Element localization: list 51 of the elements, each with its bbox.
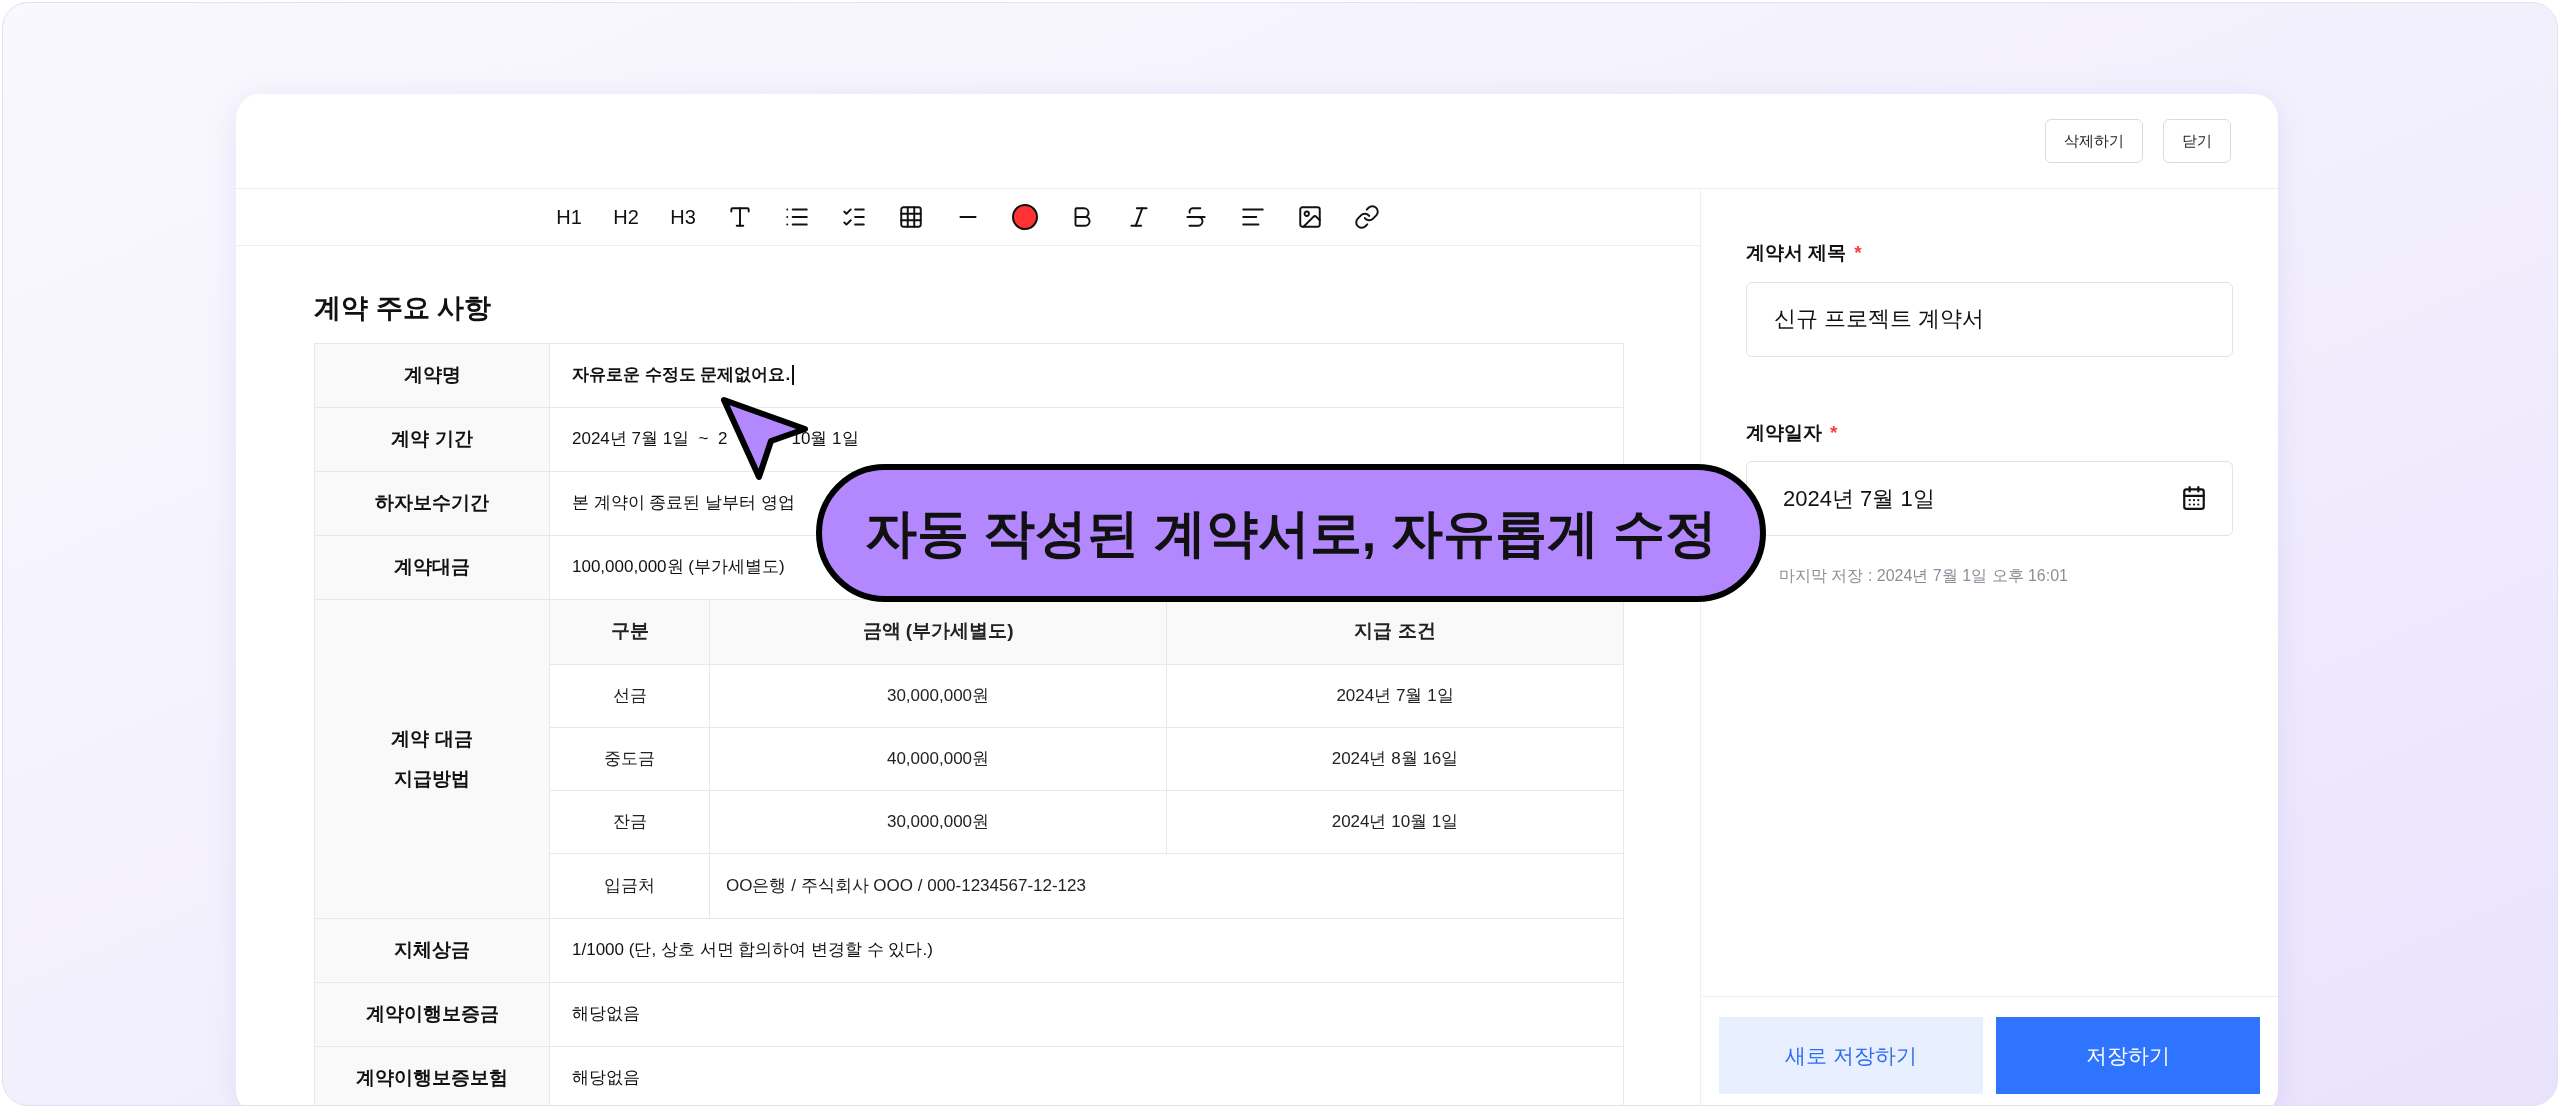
table-cell-text: 해당없음	[572, 1003, 640, 1026]
table-cell: 잔금	[550, 790, 710, 853]
table-cell-text: 100,000,000원 (부가세별도)	[572, 556, 785, 579]
table-cell-text: 해당없음	[572, 1067, 640, 1090]
text-icon[interactable]	[727, 204, 753, 230]
table-cell: 40,000,000원	[710, 727, 1167, 790]
table-cell: 30,000,000원	[710, 664, 1167, 727]
table-cell-text: 2024년 7월 1일 ~ 2	[572, 428, 728, 451]
table-cell-text: 10월 1일	[791, 428, 859, 451]
save-button[interactable]: 저장하기	[1996, 1017, 2260, 1094]
required-mark: *	[1830, 420, 1838, 445]
table-cell-text: 본 계약이 종료된 날부터 영업	[572, 492, 795, 515]
row-label: 계약이행보증보험	[315, 1046, 550, 1105]
table-cell-text: 2024년 10월 1일	[1330, 810, 1460, 833]
required-mark: *	[1854, 241, 1862, 265]
heading-button[interactable]: H3	[670, 202, 696, 232]
table-cell: 선금	[550, 664, 710, 727]
row-label: 지체상금	[315, 918, 550, 982]
callout-tooltip: 자동 작성된 계약서로, 자유롭게 수정	[816, 464, 1766, 602]
table-cell: 중도금	[550, 727, 710, 790]
input-field[interactable]: 신규 프로젝트 계약서	[1746, 281, 2233, 357]
column-header: 구분	[550, 599, 710, 664]
table-cell-text: 자유로운 수정도 문제없어요.	[572, 364, 791, 387]
heading-button[interactable]: H2	[613, 202, 639, 232]
table-cell-text: 1/1000 (단, 상호 서면 합의하여 변경할 수 있다.)	[572, 939, 933, 962]
date-field[interactable]: 2024년 7월 1일	[1746, 461, 2233, 536]
table-cell-text: 2024년 8월 16일	[1330, 747, 1460, 770]
heading-button[interactable]: H1	[556, 202, 582, 232]
field-label: 계약서 제목	[1746, 241, 1847, 265]
calendar-icon[interactable]	[2181, 485, 2207, 511]
table-icon[interactable]	[898, 204, 924, 230]
row-label: 계약 기간	[315, 407, 550, 471]
header-button[interactable]: 닫기	[2163, 119, 2231, 163]
header-button[interactable]: 삭제하기	[2045, 119, 2143, 163]
row-label: 계약이행보증금	[315, 982, 550, 1046]
row-label: 계약명	[315, 343, 550, 407]
last-saved-text: 마지막 저장 : 2024년 7월 1일 오후 16:01	[1778, 566, 2069, 586]
link-icon[interactable]	[1354, 204, 1380, 230]
save-button[interactable]: 새로 저장하기	[1719, 1017, 1983, 1094]
color-swatch[interactable]	[1012, 204, 1038, 230]
table-cell: 30,000,000원	[710, 790, 1167, 853]
table-cell: 입금처	[550, 853, 710, 918]
row-label: 하자보수기간	[315, 471, 550, 535]
table-cell-text: OO은행 / 주식회사 OOO / 000-1234567-12-123	[725, 874, 1087, 897]
image-icon[interactable]	[1297, 204, 1323, 230]
row-label: 계약 대금 지급방법	[315, 599, 550, 918]
row-label: 계약대금	[315, 535, 550, 599]
section-heading: 계약 주요 사항	[314, 292, 492, 325]
column-header: 지급 조건	[1353, 619, 1437, 644]
field-label: 계약일자	[1746, 420, 1822, 445]
table-cell-text: 2024년 7월 1일	[1335, 684, 1455, 707]
